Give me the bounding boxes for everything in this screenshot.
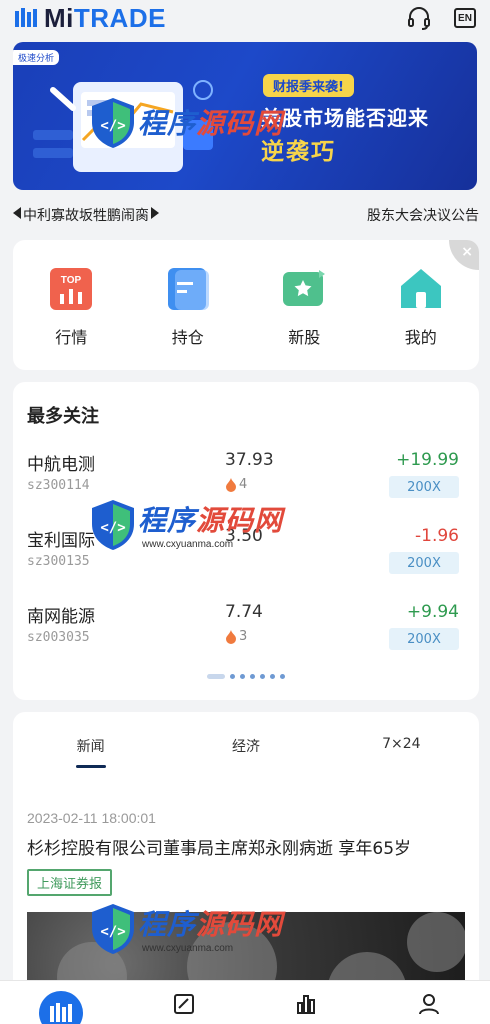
market-icon: TOP: [50, 268, 93, 310]
stock-row[interactable]: 南网能源 sz003035 7.74 3 +9.94 200X: [13, 602, 479, 662]
menu-label: 我的: [404, 328, 437, 347]
logo-text: MiTRADE: [44, 2, 166, 33]
carousel-dot[interactable]: [230, 674, 235, 679]
menu-item-ipo[interactable]: 新股: [259, 266, 349, 348]
stock-change: -1.96: [415, 526, 459, 546]
chart-icon: [173, 994, 194, 1014]
ticker-arrow-icon: [151, 207, 159, 223]
watchlist-card: 最多关注 中航电测 sz300114 37.93 4 +19.99 200X 宝…: [13, 382, 479, 700]
nav-chart[interactable]: [123, 981, 246, 1024]
tab-7x24[interactable]: 7×24: [324, 736, 479, 756]
banner-badge: 财报季来袭!: [263, 74, 354, 97]
ipo-icon: [283, 270, 326, 306]
stock-price: 37.93: [225, 450, 274, 470]
stock-row[interactable]: 中航电测 sz300114 37.93 4 +19.99 200X: [13, 450, 479, 510]
nav-profile[interactable]: [368, 981, 490, 1024]
carousel-dot[interactable]: [280, 674, 285, 679]
home-icon: [400, 269, 441, 308]
stock-price: 3.50: [225, 526, 263, 546]
stock-name: 宝利国际: [27, 531, 95, 551]
home-icon[interactable]: [39, 991, 84, 1024]
language-toggle-button[interactable]: EN: [454, 8, 476, 28]
headset-icon[interactable]: [406, 5, 432, 31]
stock-heat: 3: [225, 629, 247, 644]
stock-name: 中航电测: [27, 455, 95, 475]
holdings-icon: [167, 268, 209, 310]
menu-item-mine[interactable]: 我的: [376, 266, 466, 348]
menu-item-market[interactable]: TOP 行情: [26, 266, 116, 348]
news-ticker[interactable]: 中利寡故坂牲鹏闹脔 股东大会决议公告: [13, 204, 479, 226]
carousel-dot[interactable]: [250, 674, 255, 679]
bottom-nav: [0, 980, 490, 1024]
stock-heat: 4: [225, 477, 247, 492]
stock-code: sz300135: [27, 554, 90, 569]
menu-item-holdings[interactable]: 持仓: [143, 266, 233, 348]
stock-code: sz003035: [27, 630, 90, 645]
quick-menu-card: × TOP 行情 持仓 新股 我的: [13, 240, 479, 370]
nav-stats[interactable]: [245, 981, 368, 1024]
user-icon: [418, 994, 439, 1015]
bar-chart-icon: [297, 995, 316, 1014]
tab-news[interactable]: 新闻: [13, 736, 168, 756]
ticker-left-text: 中利寡故坂牲鹏闹脔: [23, 208, 149, 224]
carousel-dot[interactable]: [260, 674, 265, 679]
news-card: 新闻 经济 7×24 2023-02-11 18:00:01 杉杉控股有限公司董…: [13, 712, 479, 1024]
fire-icon: [226, 477, 236, 492]
fire-icon: [226, 629, 236, 644]
carousel-dot-active[interactable]: [207, 674, 225, 679]
stock-price: 7.74: [225, 602, 263, 622]
promo-banner[interactable]: 极速分析 美股市场能否迎来 财报季来袭! 逆袭巧: [13, 42, 477, 190]
svg-text:TOP: TOP: [61, 275, 82, 286]
menu-label: 持仓: [171, 328, 204, 347]
news-tabs: 新闻 经济 7×24: [13, 736, 479, 756]
logo-mark-icon: [15, 8, 37, 27]
banner-illustration: [33, 80, 213, 172]
news-source-badge: 上海证券报: [27, 869, 113, 896]
stock-change: +9.94: [406, 602, 459, 622]
stock-change: +19.99: [396, 450, 459, 470]
banner-title: 美股市场能否迎来: [261, 106, 429, 130]
nav-home[interactable]: [0, 981, 123, 1024]
menu-label: 新股: [288, 328, 321, 347]
mitrade-logo[interactable]: MiTRADE: [14, 3, 166, 34]
stock-row[interactable]: 宝利国际 sz300135 3.50 -1.96 200X: [13, 526, 479, 586]
news-date: 2023-02-11 18:00:01: [27, 810, 156, 826]
stock-code: sz300114: [27, 478, 90, 493]
stock-name: 南网能源: [27, 607, 95, 627]
menu-label: 行情: [55, 328, 88, 347]
tab-economy[interactable]: 经济: [168, 736, 323, 756]
carousel-dot[interactable]: [240, 674, 245, 679]
app-header: MiTRADE EN: [0, 0, 490, 36]
carousel-dots[interactable]: [13, 674, 479, 679]
banner-subtitle: 逆袭巧: [261, 139, 336, 165]
ticker-right-text: 股东大会决议公告: [367, 208, 479, 224]
watchlist-title: 最多关注: [27, 406, 99, 427]
carousel-dot[interactable]: [270, 674, 275, 679]
leverage-badge[interactable]: 200X: [389, 476, 459, 498]
leverage-badge[interactable]: 200X: [389, 628, 459, 650]
news-headline[interactable]: 杉杉控股有限公司董事局主席郑永刚病逝 享年65岁: [27, 834, 467, 859]
leverage-badge[interactable]: 200X: [389, 552, 459, 574]
speaker-icon: [13, 207, 21, 223]
